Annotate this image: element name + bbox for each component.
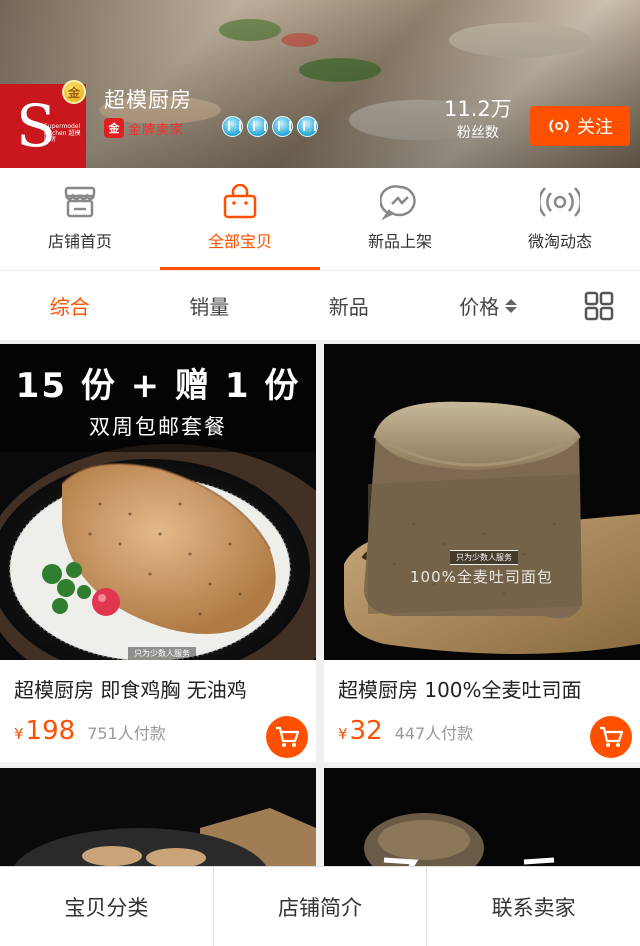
shop-logo-text: Supermodel Kitchen 超模厨房	[44, 123, 81, 144]
sold-count: 751人付款	[87, 724, 166, 743]
add-to-cart-button[interactable]	[266, 716, 308, 758]
shop-intro-button[interactable]: 店铺简介	[214, 867, 428, 946]
bottom-bar: 宝贝分类 店铺简介 联系卖家	[0, 866, 640, 946]
gold-medal-icon: 金	[62, 80, 86, 104]
follow-button[interactable]: 关注	[530, 106, 630, 146]
sort-bar: 综合 销量 新品 价格	[0, 270, 640, 340]
broadcast-icon	[540, 187, 580, 217]
sort-new-label: 新品	[328, 295, 369, 319]
sort-sales[interactable]: 销量	[140, 291, 280, 320]
follow-label: 关注	[577, 117, 613, 138]
product-price: 198	[25, 716, 76, 746]
promo-sub-text: 双周包邮套餐	[89, 415, 227, 439]
shop-name: 超模厨房	[104, 88, 192, 112]
crown-icon	[272, 116, 293, 137]
view-toggle-button[interactable]	[558, 291, 640, 321]
shopping-bag-icon	[223, 184, 257, 219]
sort-comprehensive-label: 综合	[49, 295, 90, 319]
sort-price-label: 价格	[459, 295, 500, 319]
grid-view-icon	[584, 291, 614, 320]
whole-wheat-bread-photo	[324, 344, 640, 660]
fans-count: 11.2万	[444, 97, 512, 121]
nav-new-arrivals[interactable]: 新品上架	[320, 168, 480, 270]
seller-rating-crowns	[222, 116, 318, 137]
promo-main-text: 15 份 + 赠 1 份	[15, 366, 301, 406]
product-card[interactable]: 15 份 + 赠 1 份 双周包邮套餐 只为少数人服务 超模厨房 即食鸡胸 无油…	[0, 344, 316, 762]
brand-slogan-tag: 只为少数人服务	[128, 646, 196, 660]
shop-header-banner: S Supermodel Kitchen 超模厨房 金 超模厨房 金 金牌卖家 …	[0, 0, 640, 168]
gold-seller-label: 金牌卖家	[128, 122, 185, 138]
product-title[interactable]: 超模厨房 100%全麦吐司面	[338, 674, 628, 703]
shop-nav: 店铺首页 全部宝贝 新品上架 微淘动态	[0, 168, 640, 270]
product-overlay-text: 100%全麦吐司面包	[410, 568, 553, 586]
product-card[interactable]	[0, 768, 316, 878]
product-image[interactable]	[324, 768, 640, 878]
nav-shop-home-label: 店铺首页	[47, 232, 112, 251]
crown-icon	[222, 116, 243, 137]
sort-comprehensive[interactable]: 综合	[0, 291, 140, 320]
sort-price[interactable]: 价格	[419, 291, 559, 320]
product-image[interactable]: 只为少数人服务 100%全麦吐司面包	[324, 344, 640, 660]
product-card[interactable]	[324, 768, 640, 878]
price-row: ¥ 32 447人付款	[338, 716, 473, 746]
nav-shop-home[interactable]: 店铺首页	[0, 168, 160, 270]
product-price: 32	[349, 716, 383, 746]
cart-icon	[276, 726, 300, 747]
brand-slogan-tag: 只为少数人服务	[450, 550, 518, 565]
product-photo	[324, 768, 640, 878]
product-image[interactable]: 15 份 + 赠 1 份 双周包邮套餐 只为少数人服务	[0, 344, 316, 660]
nav-new-arrivals-label: 新品上架	[367, 232, 432, 251]
nav-all-items-label: 全部宝贝	[207, 232, 272, 251]
currency-symbol: ¥	[338, 725, 348, 743]
crown-icon	[297, 116, 318, 137]
promo-banner: 15 份 + 赠 1 份 双周包邮套餐	[0, 344, 316, 452]
product-title[interactable]: 超模厨房 即食鸡胸 无油鸡	[14, 674, 304, 703]
product-photo	[0, 768, 316, 878]
nav-weitao-feed[interactable]: 微淘动态	[480, 168, 640, 270]
item-categories-button[interactable]: 宝贝分类	[0, 867, 214, 946]
broadcast-icon	[549, 119, 569, 133]
tmall-badge-icon: 金	[104, 118, 124, 138]
store-icon	[64, 186, 96, 218]
fans-stat: 11.2万 粉丝数	[444, 96, 512, 144]
fans-label: 粉丝数	[456, 125, 499, 141]
product-card[interactable]: 只为少数人服务 100%全麦吐司面包 超模厨房 100%全麦吐司面 ¥ 32 4…	[324, 344, 640, 762]
crown-icon	[247, 116, 268, 137]
price-row: ¥ 198 751人付款	[14, 716, 166, 746]
add-to-cart-button[interactable]	[590, 716, 632, 758]
currency-symbol: ¥	[14, 725, 24, 743]
cart-icon	[600, 726, 624, 747]
gold-seller-badge: 金 金牌卖家	[104, 118, 184, 138]
product-image[interactable]	[0, 768, 316, 878]
contact-seller-button[interactable]: 联系卖家	[427, 867, 640, 946]
sort-sales-label: 销量	[189, 295, 230, 319]
sold-count: 447人付款	[394, 724, 474, 743]
sort-new[interactable]: 新品	[279, 291, 419, 320]
nav-weitao-feed-label: 微淘动态	[527, 232, 592, 251]
new-arrival-icon	[380, 185, 416, 220]
sort-arrows-icon	[505, 298, 518, 313]
nav-all-items[interactable]: 全部宝贝	[160, 168, 320, 270]
